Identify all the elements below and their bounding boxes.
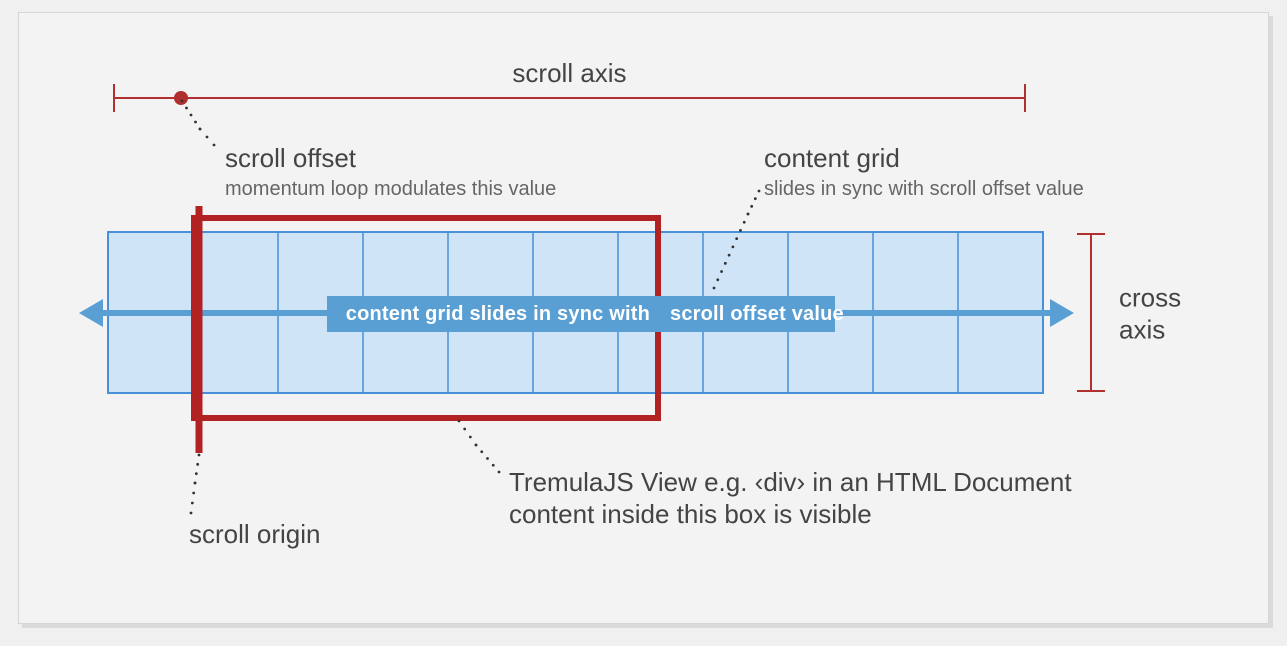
svg-text:slides in sync with scroll off: slides in sync with scroll offset value	[764, 178, 1084, 200]
svg-text:content grid: content grid	[764, 143, 900, 173]
diagram-svg: content grid slides in sync with scroll o…	[19, 13, 1270, 625]
svg-text:scroll origin: scroll origin	[189, 519, 321, 549]
svg-text:momentum loop modulates this v: momentum loop modulates this value	[225, 178, 556, 200]
svg-text:TremulaJS View e.g. ‹div› in: TremulaJS View e.g. ‹div› in an HTML Doc…	[509, 467, 1072, 497]
svg-text:content inside this box is vis: content inside this box is visible	[509, 499, 872, 529]
svg-text:scroll offset value: scroll offset value	[670, 303, 844, 325]
svg-text:scroll axis: scroll axis	[512, 58, 626, 88]
diagram-panel: content grid slides in sync with scroll o…	[18, 12, 1269, 624]
svg-text:scroll offset: scroll offset	[225, 143, 357, 173]
svg-text:axis: axis	[1119, 315, 1165, 345]
svg-text:cross: cross	[1119, 283, 1181, 313]
svg-text:content grid slides in sync wi: content grid slides in sync with	[346, 303, 650, 325]
diagram-root: content grid slides in sync with scroll o…	[0, 0, 1287, 646]
